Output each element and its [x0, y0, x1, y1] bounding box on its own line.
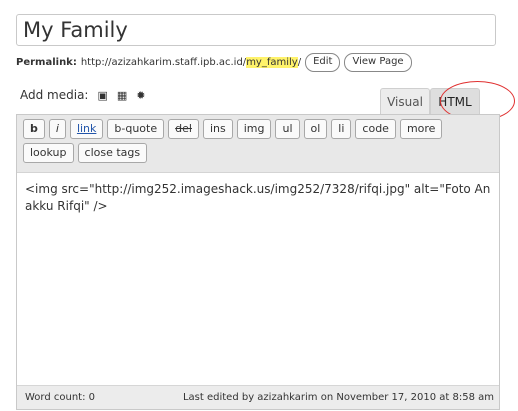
code-button[interactable]: code: [355, 119, 396, 139]
html-editor: b i link b-quote del ins img ul ol li co…: [16, 114, 500, 410]
media-toolbar: Add media: ▣ ▦ ✹: [20, 88, 146, 102]
view-page-button[interactable]: View Page: [344, 52, 412, 72]
add-image-icon[interactable]: ▣: [97, 89, 107, 102]
permalink-trailing-slash: /: [297, 56, 302, 68]
quicktags-row-1: b i link b-quote del ins img ul ol li co…: [23, 119, 495, 139]
tab-visual[interactable]: Visual: [380, 88, 430, 115]
ins-button[interactable]: ins: [202, 119, 233, 139]
blockquote-button[interactable]: b-quote: [107, 119, 165, 139]
lookup-button[interactable]: lookup: [23, 143, 74, 163]
del-button[interactable]: del: [168, 119, 199, 139]
add-media-icon[interactable]: ✹: [136, 89, 145, 102]
li-button[interactable]: li: [331, 119, 352, 139]
quicktags-toolbar: b i link b-quote del ins img ul ol li co…: [17, 115, 499, 173]
post-title-input[interactable]: [16, 14, 496, 46]
add-gallery-icon[interactable]: ▦: [117, 89, 127, 102]
add-media-label: Add media:: [20, 88, 89, 102]
last-edited: Last edited by azizahkarim on November 1…: [182, 392, 494, 403]
permalink-bar: Permalink: http://azizahkarim.staff.ipb.…: [16, 51, 412, 73]
bold-button[interactable]: b: [23, 119, 45, 139]
permalink-label: Permalink:: [16, 56, 77, 68]
tab-html[interactable]: HTML: [430, 88, 480, 115]
permalink-base-url: http://azizahkarim.staff.ipb.ac.id/: [80, 56, 247, 68]
permalink-slug[interactable]: my_family: [246, 56, 298, 68]
ul-button[interactable]: ul: [275, 119, 300, 139]
italic-button[interactable]: i: [48, 119, 66, 139]
link-button[interactable]: link: [69, 119, 104, 139]
editor-status-bar: Word count: 0 Last edited by azizahkarim…: [17, 385, 499, 409]
img-button[interactable]: img: [236, 119, 272, 139]
post-content-textarea[interactable]: <img src="http://img252.imageshack.us/im…: [25, 181, 491, 381]
word-count: Word count: 0: [25, 392, 96, 403]
more-button[interactable]: more: [399, 119, 443, 139]
quicktags-row-2: lookup close tags: [23, 143, 495, 163]
edit-permalink-button[interactable]: Edit: [305, 52, 341, 72]
ol-button[interactable]: ol: [303, 119, 328, 139]
close-tags-button[interactable]: close tags: [77, 143, 148, 163]
